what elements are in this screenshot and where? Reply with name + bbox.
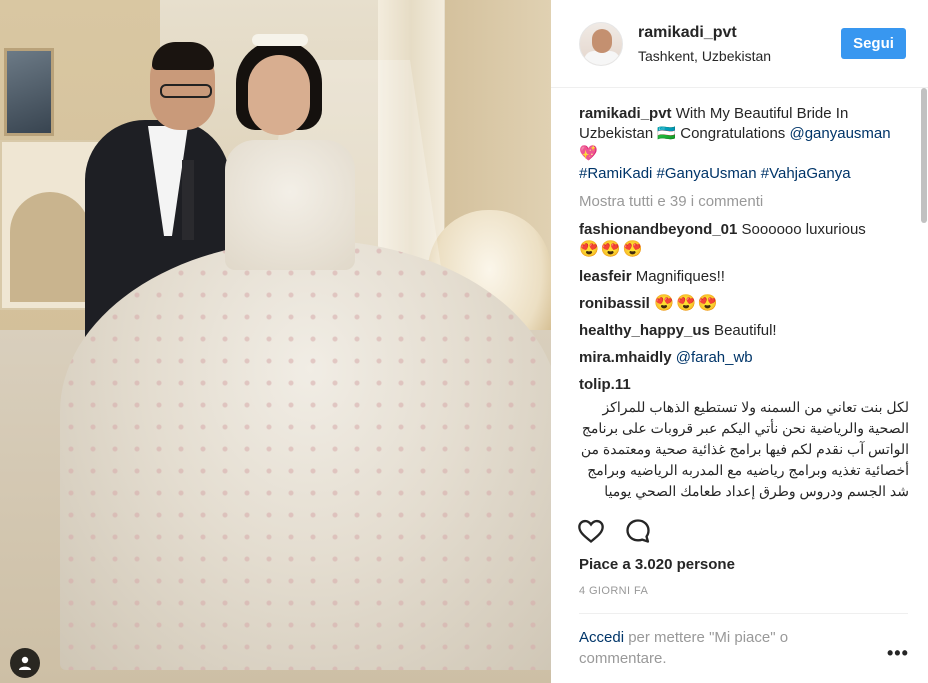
comment-text: Beautiful!	[709, 322, 777, 339]
list-item: tolip.11 لكل بنت تعاني من السمنه ولا تست…	[579, 375, 909, 504]
photo-groom-tie	[182, 160, 194, 240]
photo-bride-bodice	[225, 140, 355, 270]
post-caption: ramikadi_pvt With My Beautiful Bride In …	[579, 104, 909, 184]
photo-dress-embroidery	[60, 240, 551, 670]
photo-groom-glasses	[160, 84, 212, 98]
photo-portrait-frame	[4, 48, 54, 136]
list-item: healthy_happy_us Beautiful!	[579, 321, 909, 341]
login-link[interactable]: Accedi	[579, 629, 624, 646]
caption-hashtags[interactable]: #RamiKadi #GanyaUsman #VahjaGanya	[579, 165, 851, 182]
post-timestamp: 4 GIORNI FA	[579, 585, 649, 597]
list-item: fashionandbeyond_01 Soooooo luxurious 😍😍…	[579, 220, 909, 260]
caption-username[interactable]: ramikadi_pvt	[579, 105, 672, 122]
list-item: leasfeir Magnifiques!!	[579, 267, 909, 287]
login-prompt: Accedi per mettere "Mi piace" o commenta…	[579, 627, 849, 669]
header-location[interactable]: Tashkent, Uzbekistan	[638, 48, 771, 64]
comments-list: ramikadi_pvt With My Beautiful Bride In …	[579, 104, 909, 504]
divider	[579, 613, 908, 614]
comment-username[interactable]: tolip.11	[579, 376, 631, 393]
caption-text-2: Congratulations	[676, 125, 790, 142]
heart-outline-icon[interactable]	[577, 517, 605, 545]
likes-count[interactable]: Piace a 3.020 persone	[579, 556, 735, 573]
photo-tiara	[252, 34, 308, 46]
comment-username[interactable]: fashionandbeyond_01	[579, 221, 737, 238]
post-actions: Piace a 3.020 persone 4 GIORNI FA Accedi…	[551, 505, 928, 675]
comment-emojis: 😍😍😍	[579, 241, 645, 258]
comment-bubble-icon[interactable]	[624, 517, 652, 545]
comment-text: Magnifiques!!	[631, 268, 725, 285]
comment-username[interactable]: ronibassil	[579, 295, 650, 312]
flag-emoji: 🇺🇿	[657, 125, 677, 142]
comment-emojis: 😍😍😍	[654, 295, 720, 312]
view-all-comments-link[interactable]: Mostra tutti e 39 i commenti	[579, 192, 909, 212]
comment-username[interactable]: leasfeir	[579, 268, 632, 285]
comment-mention[interactable]: @farah_wb	[676, 349, 753, 366]
avatar[interactable]	[579, 22, 623, 66]
caption-mention[interactable]: @ganyausman	[789, 125, 890, 142]
comment-arabic-text: لكل بنت تعاني من السمنه ولا تستطيع الذها…	[580, 399, 909, 499]
photo-bride-head	[248, 55, 310, 135]
comment-username[interactable]: mira.mhaidly	[579, 349, 672, 366]
follow-button[interactable]: Segui	[841, 28, 906, 59]
list-item: mira.mhaidly @farah_wb	[579, 348, 909, 368]
post-side-panel: ramikadi_pvt Tashkent, Uzbekistan Segui …	[551, 0, 928, 683]
list-item: ronibassil 😍😍😍	[579, 294, 909, 314]
comments-scrollbar[interactable]	[921, 88, 927, 223]
header-username[interactable]: ramikadi_pvt	[638, 24, 737, 42]
comment-text: Soooooo luxurious	[737, 221, 866, 238]
comment-username[interactable]: healthy_happy_us	[579, 322, 710, 339]
heart-emoji: 💖	[579, 145, 598, 162]
more-options-icon[interactable]: •••	[887, 643, 909, 664]
post-photo[interactable]	[0, 0, 551, 683]
person-icon[interactable]	[10, 648, 40, 678]
post-header: ramikadi_pvt Tashkent, Uzbekistan Segui	[551, 0, 928, 88]
photo-groom-hair	[152, 42, 214, 70]
